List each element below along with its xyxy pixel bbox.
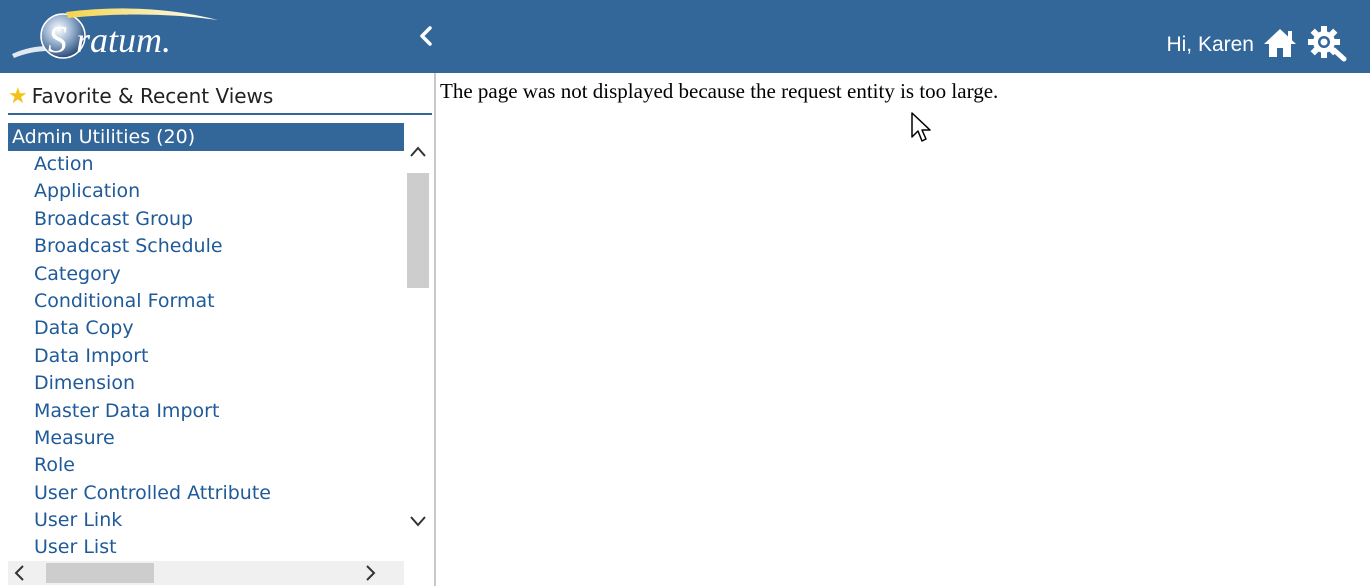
vertical-scrollbar[interactable] bbox=[404, 137, 432, 561]
tree-item-application[interactable]: Application bbox=[8, 178, 404, 205]
scroll-left-arrow-icon[interactable] bbox=[10, 563, 30, 583]
tree-item-user-link[interactable]: User Link bbox=[8, 507, 404, 534]
tree-item-master-data-import[interactable]: Master Data Import bbox=[8, 398, 404, 425]
tree-item-user-list[interactable]: User List bbox=[8, 534, 404, 561]
tree-item-measure[interactable]: Measure bbox=[8, 425, 404, 452]
gear-icon[interactable] bbox=[1306, 24, 1352, 62]
tree-item-broadcast-group[interactable]: Broadcast Group bbox=[8, 206, 404, 233]
svg-text:ratum.: ratum. bbox=[76, 20, 171, 60]
chevron-left-icon bbox=[420, 26, 432, 46]
tree-item-category[interactable]: Category bbox=[8, 261, 404, 288]
tree-item-data-import[interactable]: Data Import bbox=[8, 343, 404, 370]
scroll-down-arrow-icon[interactable] bbox=[408, 511, 428, 531]
main-content: The page was not displayed because the r… bbox=[438, 73, 1370, 586]
user-greeting: Hi, Karen bbox=[1166, 33, 1254, 56]
tree-item-user-controlled-attribute[interactable]: User Controlled Attribute bbox=[8, 480, 404, 507]
vertical-scroll-thumb[interactable] bbox=[407, 173, 429, 288]
sidebar: ★ Favorite & Recent Views Admin Utilitie… bbox=[0, 73, 436, 586]
tree-item-conditional-format[interactable]: Conditional Format bbox=[8, 288, 404, 315]
tree-item-dimension[interactable]: Dimension bbox=[8, 370, 404, 397]
star-icon: ★ bbox=[8, 83, 28, 109]
scrollbar-corner bbox=[404, 561, 432, 585]
tree-item-action[interactable]: Action bbox=[8, 151, 404, 178]
tree-item-data-copy[interactable]: Data Copy bbox=[8, 315, 404, 342]
svg-text:S: S bbox=[48, 19, 67, 61]
error-message: The page was not displayed because the r… bbox=[440, 79, 999, 103]
home-icon[interactable] bbox=[1262, 27, 1298, 59]
scroll-right-arrow-icon[interactable] bbox=[360, 563, 380, 583]
navigation-tree: Admin Utilities (20) Action Application … bbox=[8, 123, 404, 561]
stratum-logo[interactable]: S ratum. bbox=[8, 4, 228, 62]
horizontal-scroll-thumb[interactable] bbox=[46, 563, 154, 583]
top-header-bar: S ratum. Hi, Karen bbox=[0, 0, 1370, 73]
collapse-sidebar-button[interactable] bbox=[414, 20, 438, 52]
tree-item-broadcast-schedule[interactable]: Broadcast Schedule bbox=[8, 233, 404, 260]
mouse-pointer-icon bbox=[910, 111, 934, 147]
favorites-label: Favorite & Recent Views bbox=[31, 84, 274, 108]
favorites-recent-views[interactable]: ★ Favorite & Recent Views bbox=[8, 79, 432, 115]
scroll-up-arrow-icon[interactable] bbox=[408, 142, 428, 162]
horizontal-scrollbar[interactable] bbox=[8, 561, 404, 585]
tree-item-role[interactable]: Role bbox=[8, 452, 404, 479]
group-header-admin-utilities[interactable]: Admin Utilities (20) bbox=[8, 123, 404, 151]
